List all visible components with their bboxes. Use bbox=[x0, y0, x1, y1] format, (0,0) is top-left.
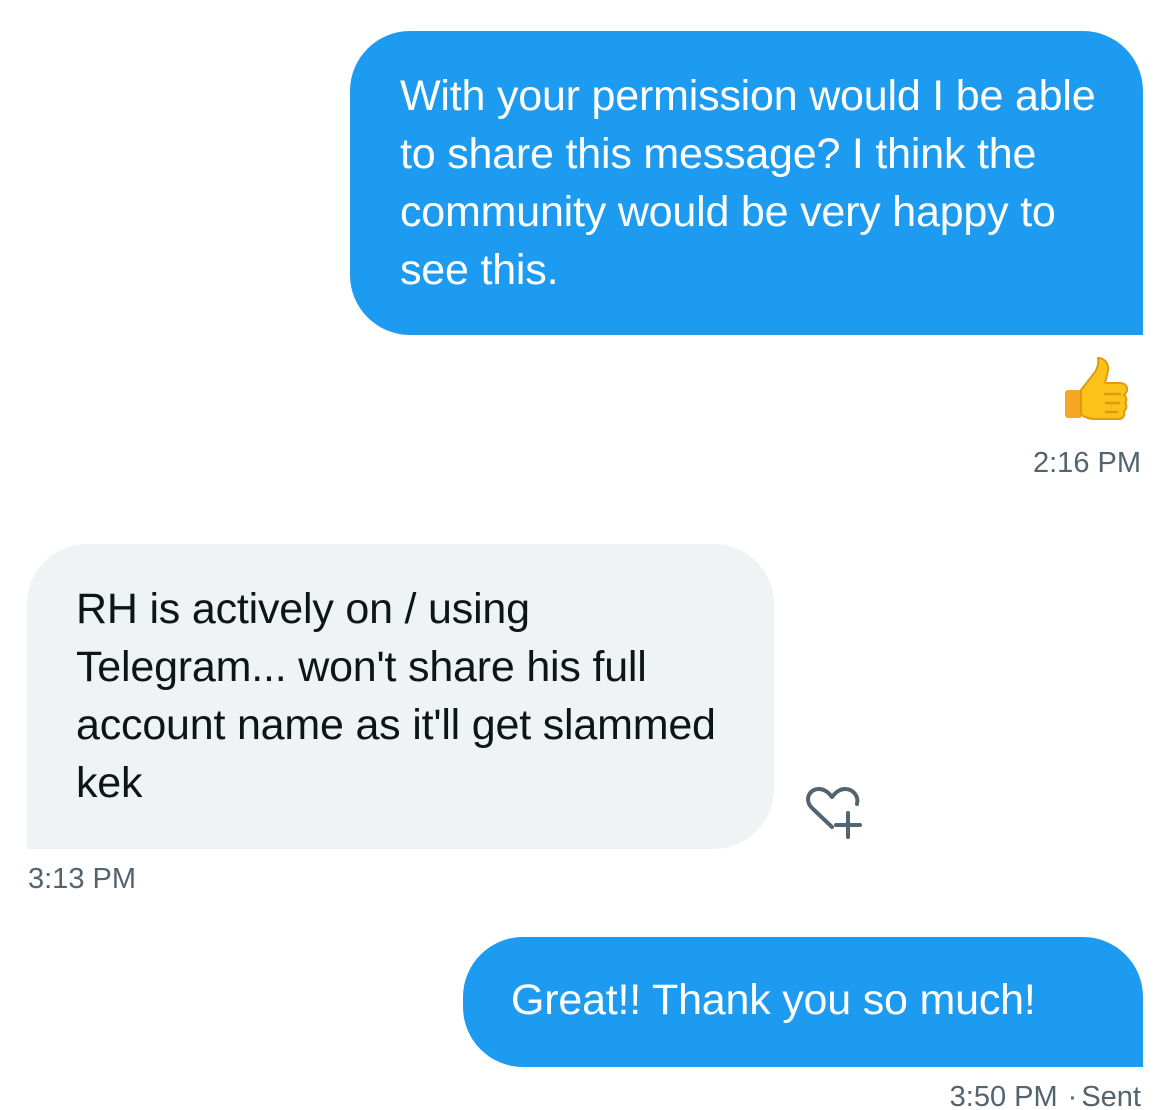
timestamp-text: 3:13 PM bbox=[28, 863, 136, 895]
message-text: With your permission would I be able to … bbox=[400, 72, 1096, 294]
message-text: Great!! Thank you so much! bbox=[511, 976, 1036, 1024]
delivery-status: Sent bbox=[1081, 1081, 1141, 1110]
outgoing-message-bubble[interactable]: Great!! Thank you so much! bbox=[463, 937, 1143, 1067]
message-text: RH is actively on / using Telegram... wo… bbox=[76, 585, 716, 807]
incoming-message-bubble[interactable]: RH is actively on / using Telegram... wo… bbox=[27, 544, 774, 849]
separator-dot: · bbox=[1067, 1081, 1078, 1110]
thumbs-up-emoji[interactable] bbox=[1058, 354, 1128, 424]
dm-conversation: With your permission would I be able to … bbox=[0, 0, 1170, 1110]
timestamp-text: 2:16 PM bbox=[1033, 447, 1141, 479]
timestamp-text: 3:50 PM bbox=[949, 1081, 1058, 1110]
outgoing-message-bubble[interactable]: With your permission would I be able to … bbox=[350, 31, 1143, 335]
heart-plus-icon[interactable] bbox=[798, 783, 868, 843]
message-timestamp: 3:13 PM bbox=[28, 862, 136, 896]
message-timestamp: 3:50 PM · Sent bbox=[950, 1080, 1141, 1110]
message-timestamp: 2:16 PM bbox=[1033, 446, 1141, 480]
